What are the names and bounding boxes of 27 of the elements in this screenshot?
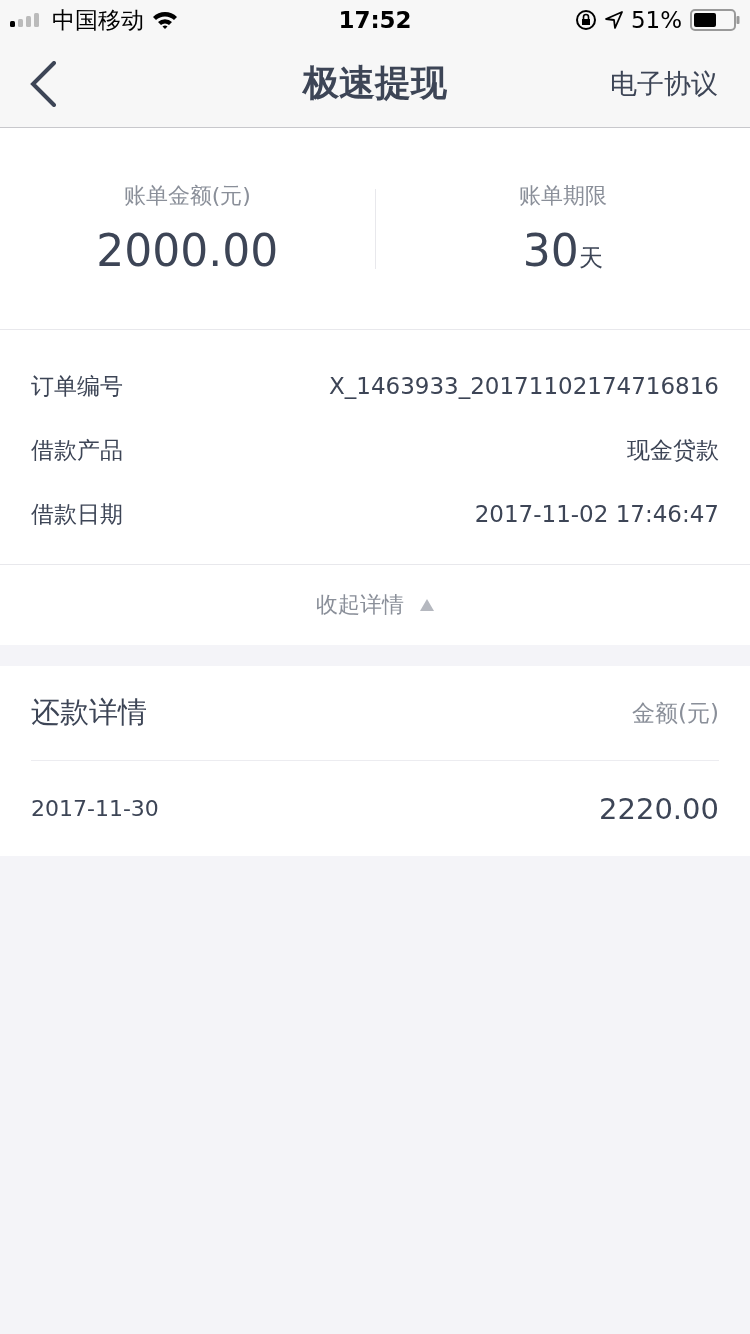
- summary-value: 2000.00: [96, 225, 279, 276]
- wifi-icon: [152, 11, 178, 29]
- section-title: 还款详情: [31, 694, 147, 731]
- triangle-icon: [420, 599, 434, 611]
- back-button[interactable]: [30, 60, 56, 107]
- carrier-name: 中国移动: [52, 5, 144, 35]
- battery-icon: [690, 9, 740, 31]
- repayment-amount: 2220.00: [599, 791, 719, 826]
- back-chevron-icon: [30, 60, 56, 107]
- detail-value: 现金贷款: [627, 435, 719, 465]
- detail-label: 借款日期: [31, 499, 123, 529]
- battery-percent: 51%: [630, 7, 682, 33]
- summary-label: 账单期限: [518, 182, 607, 210]
- detail-label: 订单编号: [31, 371, 123, 401]
- summary-label: 账单金额(元): [123, 182, 251, 210]
- page-title: 极速提现: [301, 61, 448, 105]
- detail-value: 2017-11-02 17:46:47: [474, 501, 719, 527]
- summary-value: 30: [522, 225, 579, 276]
- status-time: 17:52: [337, 7, 413, 33]
- agreement-link[interactable]: 电子协议: [610, 65, 718, 102]
- column-header: 金额(元): [632, 698, 719, 728]
- location-arrow-icon: [604, 11, 623, 29]
- repayment-date: 2017-11-30: [31, 796, 159, 821]
- rotation-lock-icon: [574, 9, 597, 31]
- detail-value: X_1463933_20171102174716816: [329, 373, 719, 399]
- detail-label: 借款产品: [31, 435, 123, 465]
- summary-unit: 天: [578, 243, 603, 274]
